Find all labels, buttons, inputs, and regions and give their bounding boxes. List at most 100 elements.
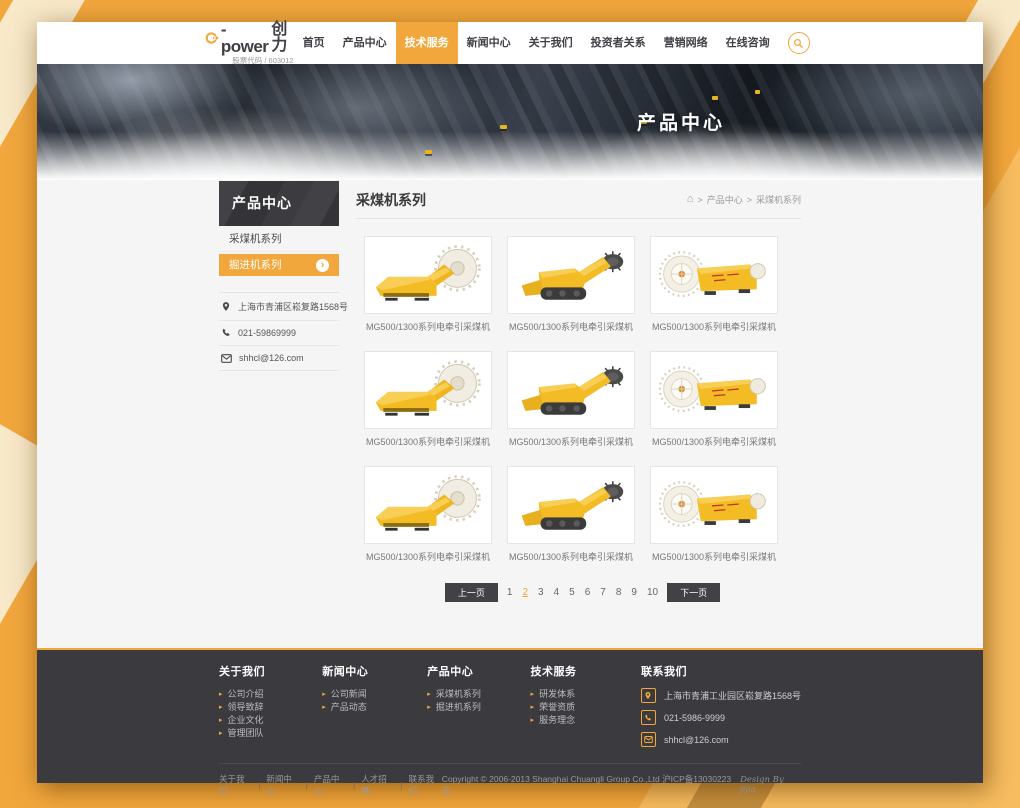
footer-link[interactable]: ▸研发体系 bbox=[531, 688, 641, 701]
footer-email: shhcl@126.com bbox=[664, 735, 729, 745]
product-card[interactable]: MG500/1300系列电牵引采煤机 bbox=[650, 236, 778, 333]
truck-in-photo bbox=[425, 150, 432, 154]
footer-col-products: 产品中心 ▸采煤机系列 ▸掘进机系列 bbox=[427, 663, 530, 754]
phone-icon bbox=[221, 328, 231, 338]
footer-col-title: 产品中心 bbox=[427, 663, 530, 679]
brand-logo[interactable]: -power 创力 股票代码 / 603012 bbox=[205, 21, 294, 65]
product-image-wheel-cutter bbox=[650, 351, 778, 429]
footer-link[interactable]: ▸企业文化 bbox=[219, 714, 322, 727]
search-icon bbox=[793, 38, 804, 49]
product-card[interactable]: MG500/1300系列电牵引采煤机 bbox=[364, 236, 492, 333]
footer-phone-row: 021-5986-9999 bbox=[641, 710, 801, 725]
product-card[interactable]: MG500/1300系列电牵引采煤机 bbox=[364, 466, 492, 563]
nav-item-news[interactable]: 新闻中心 bbox=[458, 22, 520, 64]
product-card[interactable]: MG500/1300系列电牵引采煤机 bbox=[507, 351, 635, 448]
bottom-link-about[interactable]: 关于我们 bbox=[219, 773, 252, 797]
mail-icon bbox=[221, 354, 232, 363]
product-card[interactable]: MG500/1300系列电牵引采煤机 bbox=[507, 236, 635, 333]
search-button[interactable] bbox=[788, 32, 810, 54]
nav-item-investor[interactable]: 投资者关系 bbox=[582, 22, 655, 64]
footer-link[interactable]: ▸掘进机系列 bbox=[427, 701, 530, 714]
pipe-separator: | bbox=[258, 780, 260, 790]
footer-link[interactable]: ▸领导致辞 bbox=[219, 701, 322, 714]
page-number-9[interactable]: 9 bbox=[630, 587, 638, 598]
footer-address: 上海市青浦工业园区崧复路1568号 bbox=[664, 689, 801, 702]
footer-phone: 021-5986-9999 bbox=[664, 713, 725, 723]
mail-icon bbox=[641, 732, 656, 747]
sidebar-phone: 021-59869999 bbox=[238, 328, 296, 338]
website-page: -power 创力 股票代码 / 603012 首页 产品中心 技术服务 新闻中… bbox=[37, 22, 983, 783]
product-card[interactable]: MG500/1300系列电牵引采煤机 bbox=[650, 351, 778, 448]
footer-link[interactable]: ▸产品动态 bbox=[322, 701, 427, 714]
breadcrumb-products[interactable]: 产品中心 bbox=[707, 193, 743, 206]
sidebar-item-shearer-series[interactable]: 采煤机系列 bbox=[219, 226, 339, 252]
c-power-logo-icon bbox=[205, 28, 219, 48]
truck-in-photo bbox=[755, 90, 760, 94]
page-number-3[interactable]: 3 bbox=[537, 587, 545, 598]
banner-title: 产品中心 bbox=[637, 108, 725, 135]
page-number-10[interactable]: 10 bbox=[646, 587, 659, 598]
product-image-roadheader bbox=[507, 351, 635, 429]
next-page-button[interactable]: 下一页 bbox=[667, 583, 720, 602]
breadcrumb: ⌂ > 产品中心 > 采煤机系列 bbox=[687, 193, 801, 206]
page-number-6[interactable]: 6 bbox=[584, 587, 592, 598]
bullet-icon: ▸ bbox=[219, 701, 223, 714]
product-image-shearer-disc bbox=[364, 351, 492, 429]
sidebar-phone-row: 021-59869999 bbox=[219, 321, 339, 346]
page-number-4[interactable]: 4 bbox=[553, 587, 561, 598]
nav-item-tech-service[interactable]: 技术服务 bbox=[396, 22, 458, 64]
product-name: MG500/1300系列电牵引采煤机 bbox=[507, 435, 635, 448]
product-name: MG500/1300系列电牵引采煤机 bbox=[364, 320, 492, 333]
bullet-icon: ▸ bbox=[322, 701, 326, 714]
footer-link[interactable]: ▸公司介绍 bbox=[219, 688, 322, 701]
page-number-5[interactable]: 5 bbox=[568, 587, 576, 598]
bottom-link-careers[interactable]: 人才招聘 bbox=[361, 773, 394, 797]
bullet-icon: ▸ bbox=[219, 688, 223, 701]
nav-item-online-consult[interactable]: 在线咨询 bbox=[717, 22, 779, 64]
sidebar: 产品中心 采煤机系列 掘进机系列 › 上海市青浦区崧复路1 bbox=[219, 181, 339, 602]
product-name: MG500/1300系列电牵引采煤机 bbox=[650, 550, 778, 563]
page-number-8[interactable]: 8 bbox=[615, 587, 623, 598]
logo-text-en: -power bbox=[221, 21, 269, 55]
product-card[interactable]: MG500/1300系列电牵引采煤机 bbox=[364, 351, 492, 448]
phone-icon bbox=[641, 710, 656, 725]
product-card[interactable]: MG500/1300系列电牵引采煤机 bbox=[507, 466, 635, 563]
truck-in-photo bbox=[500, 125, 507, 129]
breadcrumb-separator: > bbox=[747, 195, 752, 205]
footer-link[interactable]: ▸荣誉资质 bbox=[531, 701, 641, 714]
nav-item-about[interactable]: 关于我们 bbox=[520, 22, 582, 64]
nav-item-marketing[interactable]: 营销网络 bbox=[655, 22, 717, 64]
product-card[interactable]: MG500/1300系列电牵引采煤机 bbox=[650, 466, 778, 563]
footer-link[interactable]: ▸采煤机系列 bbox=[427, 688, 530, 701]
main-nav: 首页 产品中心 技术服务 新闻中心 关于我们 投资者关系 营销网络 在线咨询 bbox=[294, 22, 810, 64]
sidebar-item-roadheader-series[interactable]: 掘进机系列 › bbox=[219, 254, 339, 276]
footer-link[interactable]: ▸公司新闻 bbox=[322, 688, 427, 701]
nav-item-home[interactable]: 首页 bbox=[294, 22, 334, 64]
home-icon[interactable]: ⌂ bbox=[687, 195, 694, 204]
design-credit: Design By jijia bbox=[740, 775, 801, 795]
hero-banner: 产品中心 bbox=[37, 64, 983, 180]
prev-page-button[interactable]: 上一页 bbox=[445, 583, 498, 602]
footer-link[interactable]: ▸服务理念 bbox=[531, 714, 641, 727]
footer-email-row: shhcl@126.com bbox=[641, 732, 801, 747]
bottom-link-contact[interactable]: 联系我们 bbox=[409, 773, 442, 797]
page-number-2-current[interactable]: 2 bbox=[521, 587, 529, 598]
main-heading-row: 采煤机系列 ⌂ > 产品中心 > 采煤机系列 bbox=[356, 181, 801, 219]
page-number-1[interactable]: 1 bbox=[506, 587, 514, 598]
footer-address-row: 上海市青浦工业园区崧复路1568号 bbox=[641, 688, 801, 703]
page-number-7[interactable]: 7 bbox=[599, 587, 607, 598]
site-header: -power 创力 股票代码 / 603012 首页 产品中心 技术服务 新闻中… bbox=[37, 22, 983, 64]
product-name: MG500/1300系列电牵引采煤机 bbox=[364, 435, 492, 448]
bullet-icon: ▸ bbox=[427, 688, 431, 701]
nav-item-products[interactable]: 产品中心 bbox=[334, 22, 396, 64]
product-image-wheel-cutter bbox=[650, 236, 778, 314]
bottom-link-news[interactable]: 新闻中心 bbox=[266, 773, 299, 797]
footer-col-title: 关于我们 bbox=[219, 663, 322, 679]
pipe-separator: | bbox=[353, 780, 355, 790]
sidebar-menu: 采煤机系列 掘进机系列 › bbox=[219, 226, 339, 276]
product-name: MG500/1300系列电牵引采煤机 bbox=[364, 550, 492, 563]
footer-link[interactable]: ▸管理团队 bbox=[219, 727, 322, 740]
pipe-separator: | bbox=[306, 780, 308, 790]
bottom-link-products[interactable]: 产品中心 bbox=[314, 773, 347, 797]
sidebar-item-label: 掘进机系列 bbox=[229, 254, 282, 276]
